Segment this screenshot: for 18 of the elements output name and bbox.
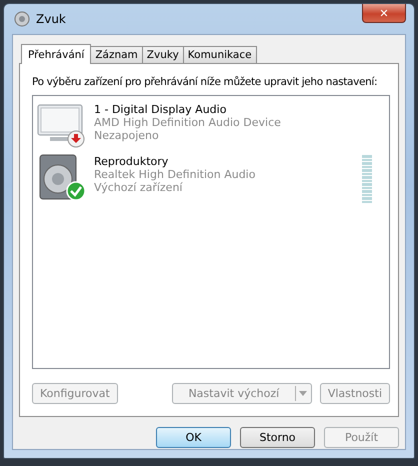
device-status: Výchozí zařízení	[94, 181, 184, 194]
tab[interactable]: Přehrávání	[21, 44, 92, 64]
device-item[interactable]: Reproduktory Realtek High Definition Audio Výchozí zařízení	[36, 153, 386, 202]
instruction-text: Po výběru zařízení pro přehrávání níže můžete upravit jeho nastavení:	[32, 75, 378, 89]
device-name: Reproduktory	[94, 155, 170, 168]
caret-icon	[298, 391, 307, 396]
tab[interactable]: Zvuky	[142, 46, 184, 63]
button[interactable]: Storno	[240, 427, 315, 448]
device-name: 1 - Digital Display Audio	[94, 103, 228, 116]
device-item[interactable]: 1 - Digital Display Audio AMD High Definition Audio Device Nezapojeno	[36, 101, 386, 150]
tab[interactable]: Záznam	[90, 46, 143, 63]
tab[interactable]: Komunikace	[182, 46, 257, 63]
device-driver: AMD High Definition Audio Device	[94, 116, 282, 129]
device-status: Nezapojeno	[94, 129, 160, 142]
button[interactable]: OK	[156, 427, 231, 448]
device-driver: Realtek High Definition Audio	[94, 168, 256, 181]
window-title: Zvuk	[36, 12, 67, 26]
close-button[interactable]: ✕	[362, 4, 406, 23]
